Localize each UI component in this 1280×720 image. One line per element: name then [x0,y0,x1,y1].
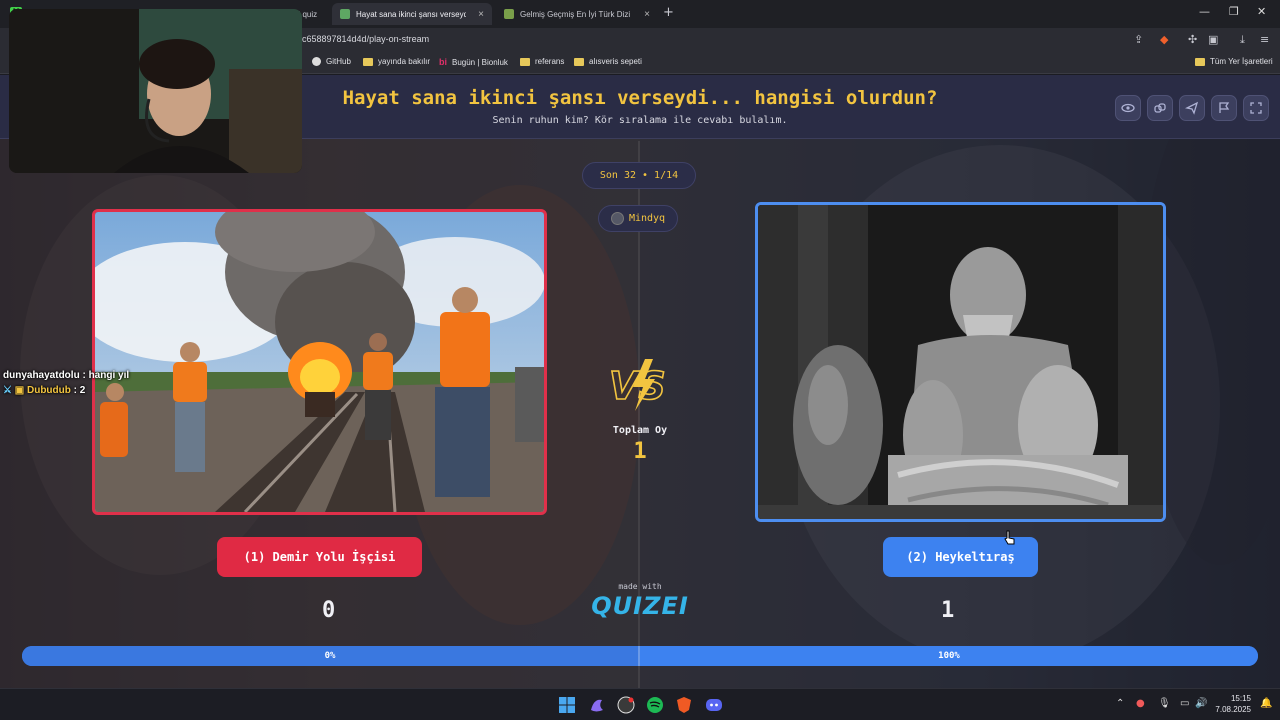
folder-icon [363,57,373,66]
flag-icon[interactable] [1211,95,1237,121]
sub-badge-icon: ▣ [14,385,25,396]
tab-active-quiz[interactable]: Hayat sana ikinci şansı verseydi... × [332,3,492,25]
discord-icon[interactable] [705,696,723,714]
windows-start-icon[interactable] [558,696,576,714]
github-icon [312,57,321,66]
clock-date: 7.08.2025 [1215,705,1251,714]
extensions-icon[interactable]: ✣ [1188,33,1197,46]
railway-workers-image [95,212,544,512]
chat-text: hangi yıl [88,370,130,381]
option-right-image[interactable] [755,202,1166,522]
left-vote-count: 0 [322,598,336,623]
chat-user: Dubudub [26,385,71,396]
bookmark-label: alısveris sepeti [589,57,642,66]
volume-icon[interactable]: 🔊 [1195,698,1207,709]
bookmark-referans[interactable]: referans [520,57,564,66]
tab-label: Gelmiş Geçmiş En İyi Türk Dizi Film K [520,9,632,19]
network-icon[interactable]: ▭ [1180,698,1189,709]
bookmark-github[interactable]: GitHub [312,57,351,66]
vote-progress-bar: 0% 100% [22,646,1258,666]
bookmark-label: referans [535,57,565,66]
obs-icon[interactable] [617,696,635,714]
restore-icon[interactable]: ❐ [1229,5,1239,18]
user-badge: Mindyq [598,205,678,232]
folder-icon [520,57,530,66]
folder-icon [1195,57,1205,66]
quizei-logo[interactable]: QUIZEI [580,592,700,620]
url-field[interactable]: c658897814d4d/play-on-stream [302,34,429,44]
bookmark-label: Bugün | Bionluk [452,57,508,67]
bookmark-label: GitHub [326,57,351,66]
progress-right-segment: 100% [640,646,1258,666]
bookmark-label: yayında bakılır [378,57,431,66]
all-bookmarks[interactable]: Tüm Yer İşaretleri [1195,57,1273,66]
system-clock[interactable]: 15:15 7.08.2025 [1215,693,1251,715]
chat-message: dunyahayatdolu : hangi yıl [3,370,130,381]
tray-record-icon[interactable]: ● [1136,698,1145,709]
microphone-icon[interactable]: 🎙 [1158,698,1171,709]
sculpture-image [758,205,1163,519]
notifications-icon[interactable]: 🔔 [1260,698,1272,709]
total-votes-label: Toplam Oy [612,425,668,436]
menu-icon[interactable]: ≡ [1260,33,1269,46]
chat-text: 2 [79,385,86,396]
bookmark-label: Tüm Yer İşaretleri [1210,57,1273,66]
bookmark-alisveris[interactable]: alısveris sepeti [574,57,642,66]
choose-left-button[interactable]: (1) Demir Yolu İşçisi [217,537,422,577]
wallet-icon[interactable]: ▣ [1208,33,1218,46]
tab-favicon-icon [504,9,514,19]
send-icon[interactable] [1179,95,1205,121]
user-name: Mindyq [628,213,666,224]
webcam-overlay [9,9,302,173]
tab-favicon-icon [340,9,350,19]
bookmark-bionluk[interactable]: bi Bugün | Bionluk [439,57,508,67]
chat-user: dunyahayatdolu [3,370,80,381]
vs-emblem: VS [608,359,667,411]
tray-chevron-icon[interactable]: ⌃ [1116,698,1124,709]
stream-chat: dunyahayatdolu : hangi yıl ⚔ ▣ Dubudub :… [3,370,129,396]
tab-tv-list[interactable]: Gelmiş Geçmiş En İyi Türk Dizi Film K × [496,3,658,25]
total-votes-value: 1 [633,439,647,464]
share-icon[interactable]: ⇪ [1134,33,1143,46]
bionluk-icon: bi [439,57,447,67]
close-tab-icon[interactable]: × [478,9,484,20]
taskbar: ⌃ ● 🎙 ▭ 🔊 15:15 7.08.2025 🔔 [0,688,1280,720]
fullscreen-icon[interactable] [1243,95,1269,121]
brave-shield-icon[interactable]: ◆ [1160,33,1168,46]
progress-left-segment: 0% [22,646,640,666]
made-with-label: made with [618,582,662,591]
minimize-icon[interactable]: — [1199,5,1210,18]
clock-time: 15:15 [1230,694,1251,703]
bookmark-yayinda[interactable]: yayında bakılır [363,57,430,66]
download-icon[interactable]: ⤓ [1240,33,1245,47]
brave-icon[interactable] [675,696,693,714]
webcam-feed [9,9,302,173]
close-window-icon[interactable]: ✕ [1257,5,1266,18]
avatar [610,212,624,225]
right-vote-count: 1 [941,598,955,623]
copilot-icon[interactable] [588,696,606,714]
folder-icon [574,57,584,66]
new-tab-icon[interactable]: + [663,5,674,20]
spotify-icon[interactable] [646,696,664,714]
link-icon[interactable] [1147,95,1173,121]
option-left-image[interactable] [92,209,547,515]
hand-cursor-icon [1004,530,1015,545]
close-tab-icon[interactable]: × [644,9,650,20]
tab-label: Hayat sana ikinci şansı verseydi... [356,9,467,19]
eye-icon[interactable] [1115,95,1141,121]
round-indicator: Son 32 • 1/14 [582,162,696,189]
sword-badge-icon: ⚔ [3,385,12,396]
chat-message: ⚔ ▣ Dubudub : 2 [3,385,86,396]
